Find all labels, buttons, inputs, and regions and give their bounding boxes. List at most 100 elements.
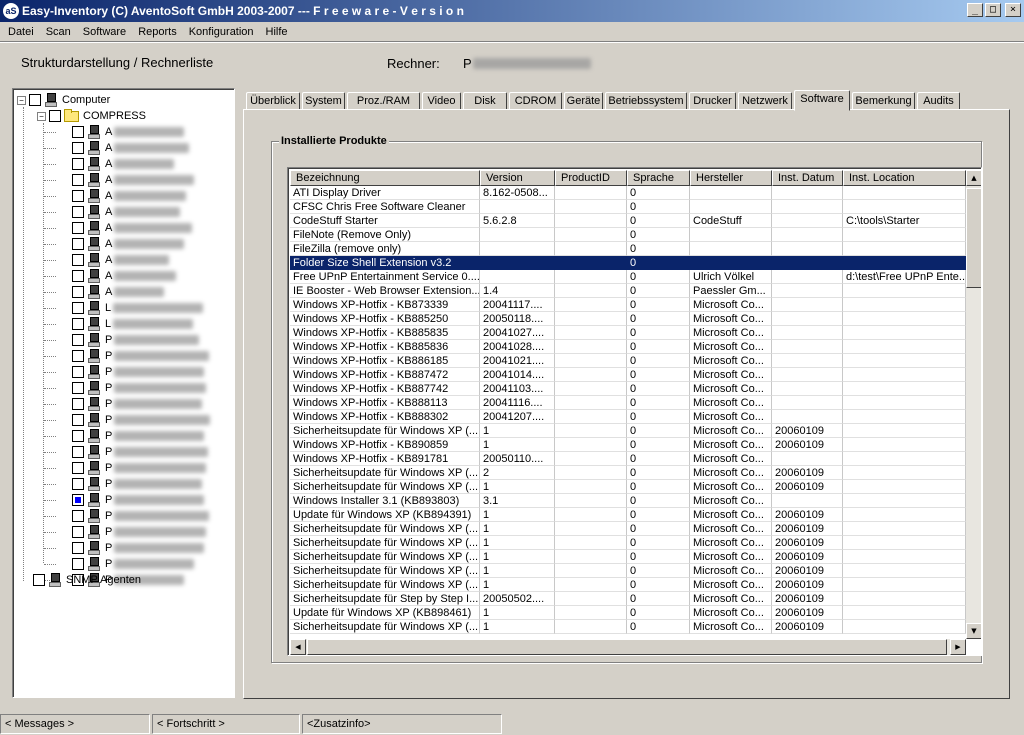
computer-tree[interactable]: − Computer − COMPRESS A A A A A A A A A A A L L P P P P P P P P P… [12, 88, 235, 698]
table-row[interactable]: CodeStuff Starter 5.6.2.8 0 CodeStuff C:\too… [290, 214, 966, 228]
table-row[interactable]: CFSC Chris Free Software Cleaner 0 [290, 200, 966, 214]
scroll-right-button[interactable]: ▶ [950, 639, 966, 655]
table-row[interactable]: Sicherheitsupdate für Windows XP (... 2 0 M… [290, 466, 966, 480]
table-row[interactable]: Windows XP-Hotfix - KB888302 20041207....… [290, 410, 966, 424]
close-button[interactable]: × [1005, 3, 1021, 17]
column-version[interactable]: Version [480, 170, 555, 186]
tab-betriebssystem[interactable]: Betriebssystem [605, 92, 687, 110]
menu-konfiguration[interactable]: Konfiguration [183, 26, 260, 38]
table-row[interactable]: Sicherheitsupdate für Windows XP (... 1 0 M… [290, 564, 966, 578]
tree-computer[interactable]: P [72, 540, 205, 556]
tree-computer[interactable]: A [72, 268, 177, 284]
tree-computer[interactable]: P [72, 412, 211, 428]
tab-cdrom[interactable]: CDROM [509, 92, 562, 110]
tree-checkbox[interactable] [72, 542, 84, 554]
scroll-left-button[interactable]: ◀ [290, 639, 306, 655]
tree-computer[interactable]: A [72, 284, 165, 300]
table-row[interactable]: Windows XP-Hotfix - KB885250 20050118....… [290, 312, 966, 326]
table-row[interactable]: Sicherheitsupdate für Windows XP (... 1 0 M… [290, 578, 966, 592]
tab-überblick[interactable]: Überblick [246, 92, 300, 110]
column-sprache[interactable]: Sprache [627, 170, 690, 186]
table-row[interactable]: Sicherheitsupdate für Windows XP (... 1 0 M… [290, 550, 966, 564]
tree-checkbox[interactable] [72, 510, 84, 522]
tree-checkbox[interactable] [33, 574, 45, 586]
tree-checkbox[interactable] [72, 558, 84, 570]
menu-datei[interactable]: Datei [2, 26, 40, 38]
scroll-up-button[interactable]: ▲ [966, 170, 981, 186]
tree-computer[interactable]: P [72, 556, 195, 572]
column-hersteller[interactable]: Hersteller [690, 170, 772, 186]
scroll-down-button[interactable]: ▼ [966, 623, 981, 639]
tab-bemerkung[interactable]: Bemerkung [852, 92, 915, 110]
table-row[interactable]: ATI Display Driver 8.162-0508... 0 [290, 186, 966, 200]
tree-computer[interactable]: A [72, 124, 185, 140]
tree-checkbox[interactable] [72, 366, 84, 378]
tab-drucker[interactable]: Drucker [689, 92, 736, 110]
table-row[interactable]: FileNote (Remove Only) 0 [290, 228, 966, 242]
table-row[interactable]: Free UPnP Entertainment Service 0.... 0 Ul… [290, 270, 966, 284]
tree-checkbox[interactable] [72, 382, 84, 394]
table-row[interactable]: Windows XP-Hotfix - KB885835 20041027....… [290, 326, 966, 340]
table-row[interactable]: Windows XP-Hotfix - KB887742 20041103....… [290, 382, 966, 396]
hscroll-thumb[interactable] [307, 639, 947, 655]
tree-checkbox[interactable] [72, 462, 84, 474]
tree-checkbox[interactable] [72, 174, 84, 186]
tree-computer[interactable]: P [72, 476, 203, 492]
table-row[interactable]: Folder Size Shell Extension v3.2 0 [290, 256, 966, 270]
status-messages[interactable]: < Messages > [0, 714, 150, 734]
tab-video[interactable]: Video [422, 92, 461, 110]
tree-checkbox[interactable] [72, 158, 84, 170]
tree-computer[interactable]: P [72, 524, 207, 540]
column-productid[interactable]: ProductID [555, 170, 627, 186]
tab-proz-ram[interactable]: Proz./RAM [347, 92, 420, 110]
scroll-thumb[interactable] [966, 188, 981, 288]
tree-checkbox[interactable] [72, 318, 84, 330]
tab-netzwerk[interactable]: Netzwerk [738, 92, 792, 110]
table-row[interactable]: Sicherheitsupdate für Windows XP (... 1 0 M… [290, 480, 966, 494]
tree-computer[interactable]: A [72, 156, 175, 172]
tree-checkbox[interactable] [29, 94, 41, 106]
tree-computer[interactable]: P [72, 364, 205, 380]
column-bezeichnung[interactable]: Bezeichnung [290, 170, 480, 186]
tree-checkbox[interactable] [72, 526, 84, 538]
tree-checkbox[interactable] [72, 126, 84, 138]
tree-checkbox[interactable] [72, 142, 84, 154]
tree-group-compress[interactable]: − COMPRESS [37, 108, 146, 124]
table-row[interactable]: Windows XP-Hotfix - KB887472 20041014....… [290, 368, 966, 382]
tree-checkbox[interactable] [72, 222, 84, 234]
tree-checkbox[interactable] [72, 430, 84, 442]
tree-computer[interactable]: A [72, 252, 170, 268]
tree-computer[interactable]: P [72, 428, 205, 444]
table-row[interactable]: Windows XP-Hotfix - KB885836 20041028....… [290, 340, 966, 354]
table-row[interactable]: Windows Installer 3.1 (KB893803) 3.1 0 Micr… [290, 494, 966, 508]
tree-computer[interactable]: P [72, 380, 207, 396]
tree-computer[interactable]: A [72, 188, 187, 204]
tree-checkbox[interactable] [72, 238, 84, 250]
tree-computer[interactable]: P [72, 348, 210, 364]
table-row[interactable]: Windows XP-Hotfix - KB873339 20041117....… [290, 298, 966, 312]
tree-computer[interactable]: P [72, 444, 209, 460]
tree-checkbox[interactable] [49, 110, 61, 122]
menu-software[interactable]: Software [77, 26, 132, 38]
tree-computer[interactable]: P [72, 396, 203, 412]
tree-checkbox[interactable] [72, 302, 84, 314]
tab-software[interactable]: Software [794, 90, 850, 111]
column-inst-location[interactable]: Inst. Location [843, 170, 966, 186]
tree-computer[interactable]: A [72, 172, 195, 188]
tree-computer[interactable]: P [72, 460, 207, 476]
table-row[interactable]: Windows XP-Hotfix - KB890859 1 0 Microsoft … [290, 438, 966, 452]
tree-checkbox[interactable] [72, 190, 84, 202]
tree-checkbox[interactable] [72, 206, 84, 218]
tree-checkbox[interactable] [72, 478, 84, 490]
expand-toggle[interactable]: − [17, 95, 26, 105]
tree-computer[interactable]: P [72, 508, 210, 524]
status-info[interactable]: <Zusatzinfo> [302, 714, 502, 734]
tree-computer[interactable]: L [72, 316, 194, 332]
tree-checkbox[interactable] [72, 398, 84, 410]
tree-computer[interactable]: L [72, 300, 204, 316]
table-row[interactable]: Sicherheitsupdate für Step by Step I... 2… [290, 592, 966, 606]
tree-checkbox[interactable] [72, 270, 84, 282]
expand-toggle[interactable]: − [37, 111, 46, 121]
table-row[interactable]: Sicherheitsupdate für Windows XP (... 1 0 M… [290, 536, 966, 550]
status-progress[interactable]: < Fortschritt > [152, 714, 300, 734]
